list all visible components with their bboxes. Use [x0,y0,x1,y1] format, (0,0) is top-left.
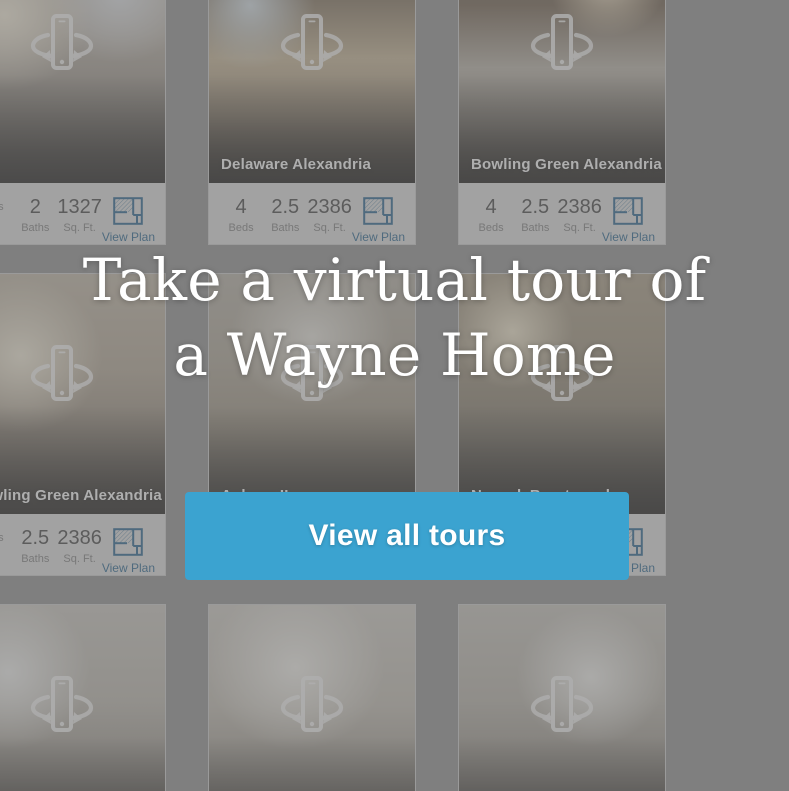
baths-label: Baths [271,222,300,234]
view-plan-link[interactable]: View Plan [102,197,155,244]
card-title: Bowling Green Alexandria [471,156,662,173]
photo-gradient-overlay [459,605,665,791]
home-tour-card-grid: Beds 2 Baths 1327 Sq. Ft. [0,0,789,791]
beds-value: 4 [235,196,247,218]
photo-gradient-overlay [0,605,165,791]
spec-beds: 4 Beds [469,196,513,235]
beds-label: Beds [0,201,13,213]
sqft-label: Sq. Ft. [63,222,96,234]
sqft-value: 1327 [57,196,102,218]
view-plan-link[interactable]: View Plan [352,197,405,244]
home-tour-card-8[interactable]: Delaware Cedar Hill 3 Beds 2.5 Baths 217… [208,604,416,791]
headline-line-1: Take a virtual tour of [82,246,707,314]
photo-gradient-overlay [0,0,165,183]
view-plan-link[interactable]: View Plan [602,197,655,244]
home-tour-card-9[interactable]: Charleston II 4 Beds 2.5 Baths 2714 Sq. … [458,604,666,791]
beds-label: Beds [478,222,504,234]
floor-plan-icon [113,528,144,556]
card-photo[interactable]: Charleston II [459,605,665,791]
baths-value: 2.5 [521,196,550,218]
baths-label: Baths [21,553,50,565]
page-title: Take a virtual tour of a Wayne Home [0,243,789,394]
floor-plan-icon [113,197,144,225]
view-all-tours-button[interactable]: View all tours [185,492,629,580]
floor-plan-icon [613,197,644,225]
spec-baths: 2.5 Baths [263,196,307,235]
card-specs: Beds 2 Baths 1327 Sq. Ft. [0,183,165,244]
view-plan-label: View Plan [101,561,155,575]
sqft-value: 2386 [557,196,602,218]
spec-sqft: 2386 Sq. Ft. [557,196,602,235]
baths-label: Baths [521,222,550,234]
baths-value: 2 [29,196,41,218]
beds-value: 4 [485,196,497,218]
spec-beds: Beds [0,197,13,213]
card-specs: 4 Beds 2.5 Baths 2386 Sq. Ft. View Plan [209,183,415,244]
beds-label: Beds [228,222,254,234]
card-title: Delaware Alexandria [221,156,371,173]
beds-label: Beds [0,532,13,544]
spec-sqft: 2386 Sq. Ft. [307,196,352,235]
floor-plan-icon [363,197,394,225]
sqft-label: Sq. Ft. [313,222,346,234]
spec-beds: Beds [0,528,13,544]
view-plan-label: View Plan [601,230,655,244]
card-photo[interactable] [0,0,165,183]
card-photo[interactable]: Delaware Cedar Hill [209,605,415,791]
home-tour-card-7[interactable]: Auburn II Beds 2 Baths 1652 Sq. Ft. [0,604,166,791]
view-plan-label: View Plan [101,230,155,244]
card-specs: 4 Beds 2.5 Baths 2386 Sq. Ft. View Plan [459,183,665,244]
card-title: Bowling Green Alexandria [0,487,162,504]
spec-sqft: 2386 Sq. Ft. [57,527,102,566]
view-plan-link[interactable]: View Plan [102,528,155,575]
virtual-tour-promo-section: Beds 2 Baths 1327 Sq. Ft. [0,0,789,791]
card-photo[interactable]: Bowling Green Alexandria [459,0,665,183]
sqft-value: 2386 [57,527,102,549]
sqft-value: 2386 [307,196,352,218]
spec-beds: 4 Beds [219,196,263,235]
spec-baths: 2.5 Baths [13,527,57,566]
spec-sqft: 1327 Sq. Ft. [57,196,102,235]
home-tour-card-1[interactable]: Beds 2 Baths 1327 Sq. Ft. [0,0,166,245]
hero-text-block: Take a virtual tour of a Wayne Home [0,243,789,394]
home-tour-card-3[interactable]: Bowling Green Alexandria 4 Beds 2.5 Bath… [458,0,666,245]
baths-label: Baths [21,222,50,234]
home-tour-card-2[interactable]: Delaware Alexandria 4 Beds 2.5 Baths 238… [208,0,416,245]
sqft-label: Sq. Ft. [563,222,596,234]
card-photo[interactable]: Delaware Alexandria [209,0,415,183]
spec-baths: 2 Baths [13,196,57,235]
spec-baths: 2.5 Baths [513,196,557,235]
card-photo[interactable]: Auburn II [0,605,165,791]
headline-line-2: a Wayne Home [173,321,616,390]
view-plan-label: View Plan [351,230,405,244]
sqft-label: Sq. Ft. [63,553,96,565]
card-specs: Beds 2.5 Baths 2386 Sq. Ft. [0,514,165,575]
photo-gradient-overlay [209,605,415,791]
baths-value: 2.5 [21,527,50,549]
baths-value: 2.5 [271,196,300,218]
